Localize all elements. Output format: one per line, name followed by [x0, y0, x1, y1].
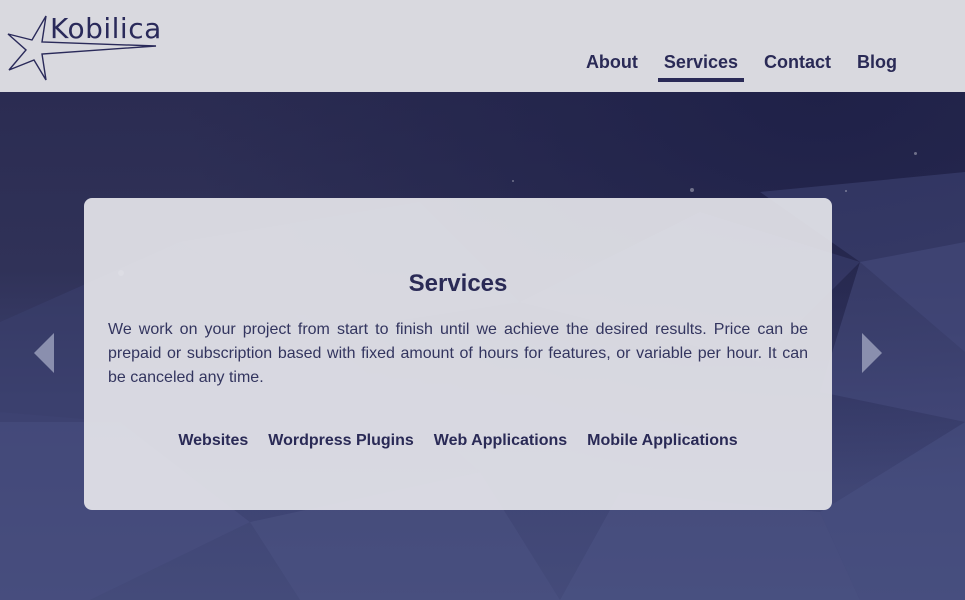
link-mobile-applications[interactable]: Mobile Applications [587, 432, 738, 450]
nav-blog[interactable]: Blog [851, 52, 903, 82]
link-wordpress-plugins[interactable]: Wordpress Plugins [268, 432, 414, 450]
link-web-applications[interactable]: Web Applications [434, 432, 567, 450]
carousel-prev-button[interactable] [34, 333, 54, 373]
services-card: Services We work on your project from st… [84, 198, 832, 510]
link-websites[interactable]: Websites [178, 432, 248, 450]
chevron-right-icon [862, 333, 882, 373]
nav-contact[interactable]: Contact [758, 52, 837, 82]
main-nav: About Services Contact Blog [580, 52, 903, 82]
card-title: Services [408, 270, 508, 297]
chevron-left-icon [34, 333, 54, 373]
service-links: Websites Wordpress Plugins Web Applicati… [84, 432, 832, 450]
nav-services[interactable]: Services [657, 52, 745, 82]
logo-text: Kobilica [50, 12, 162, 45]
card-description: We work on your project from start to fi… [108, 321, 808, 386]
logo[interactable]: Kobilica [6, 12, 162, 84]
carousel-next-button[interactable] [862, 333, 882, 373]
site-header: Kobilica About Services Contact Blog [0, 0, 965, 92]
nav-about[interactable]: About [580, 52, 644, 82]
